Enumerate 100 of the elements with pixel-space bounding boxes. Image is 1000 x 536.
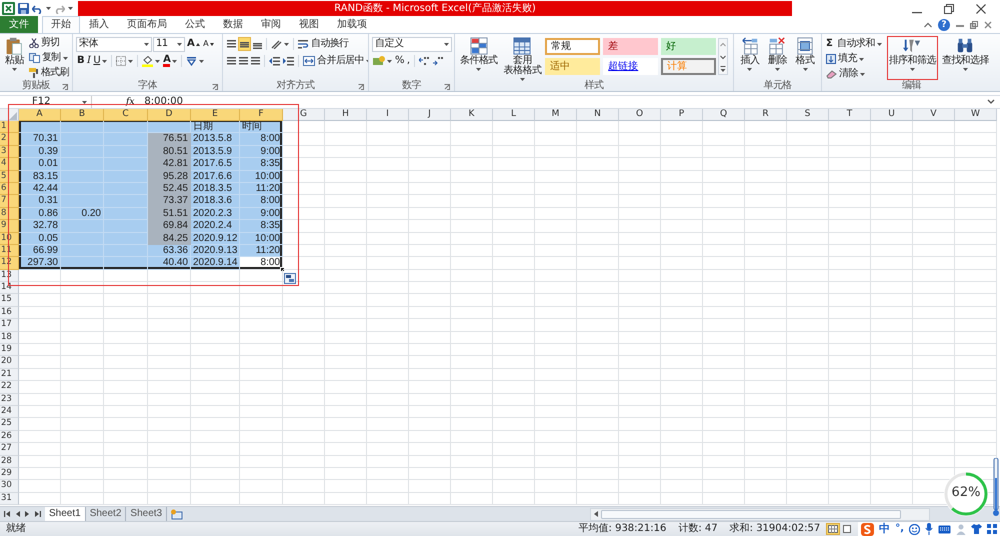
sheet-tab[interactable]: Sheet1 (45, 507, 86, 521)
row-header[interactable]: 2 (0, 133, 19, 146)
row-header[interactable]: 21 (0, 368, 19, 382)
column-header[interactable]: G (283, 109, 325, 121)
row-header[interactable]: 24 (0, 406, 19, 418)
row-header[interactable]: 22 (0, 381, 19, 394)
column-header[interactable]: T (829, 109, 871, 121)
ime-toolbar[interactable]: 中 °, (858, 522, 1000, 536)
column-header[interactable]: M (535, 109, 577, 121)
clear-button[interactable]: 清除 (825, 67, 883, 81)
shrink-font-button[interactable]: A (202, 37, 216, 51)
ribbon-tab[interactable]: 插入 (80, 16, 118, 33)
ribbon-tab[interactable]: 开始 (42, 16, 80, 33)
row-header[interactable]: 31 (0, 492, 19, 506)
ribbon-tab[interactable]: 页面布局 (118, 16, 176, 33)
column-header[interactable]: C (104, 109, 148, 121)
row-header[interactable]: 23 (0, 394, 19, 406)
row-header[interactable]: 9 (0, 220, 19, 233)
file-tab[interactable]: 文件 (0, 16, 38, 33)
column-header[interactable]: A (19, 109, 61, 121)
merge-center-button[interactable]: 合并后居中 (302, 54, 368, 68)
column-header[interactable]: S (787, 109, 829, 121)
column-header[interactable]: B (61, 109, 104, 121)
row-header[interactable]: 25 (0, 418, 19, 431)
bold-button[interactable]: B (76, 54, 86, 68)
row-header[interactable]: 15 (0, 294, 19, 307)
column-header[interactable]: N (577, 109, 619, 121)
name-box-field[interactable]: F12 (0, 96, 92, 108)
column-header[interactable]: R (745, 109, 787, 121)
table-cell: 8:35 (240, 220, 283, 233)
table-cell: 80.51 (148, 146, 191, 158)
font-size-field[interactable]: 11 (153, 36, 185, 52)
column-header[interactable]: J (409, 109, 451, 121)
cell-style-swatch[interactable]: 超链接 (603, 58, 658, 75)
column-header[interactable]: O (619, 109, 661, 121)
format-painter-button[interactable]: 格式刷 (28, 66, 70, 80)
column-header[interactable]: V (913, 109, 955, 121)
row-header[interactable]: 1 (0, 121, 19, 134)
row-header[interactable]: 29 (0, 468, 19, 480)
comma-button[interactable]: , (406, 54, 410, 68)
table-cell: 51.51 (148, 208, 191, 220)
row-header[interactable]: 4 (0, 158, 19, 171)
cut-button[interactable]: 剪切 (28, 36, 70, 50)
cell-style-swatch[interactable]: 常规 (545, 38, 600, 55)
font-color-button[interactable]: A (162, 54, 178, 68)
table-cell: 0.31 (19, 195, 61, 208)
table-format-button[interactable]: 套用 表格格式 (502, 36, 544, 80)
cell-style-swatch[interactable]: 好 (661, 38, 716, 55)
row-header[interactable]: 16 (0, 306, 19, 320)
percent-button[interactable]: % (394, 54, 405, 68)
help-icon[interactable]: ? (938, 19, 950, 31)
cell-style-swatch[interactable]: 适中 (545, 58, 600, 75)
paste-button[interactable]: 粘贴 (3, 36, 26, 80)
table-cell: 0.01 (19, 158, 61, 171)
format-button[interactable]: 格式 (794, 36, 817, 80)
column-header[interactable]: L (493, 109, 535, 121)
column-header[interactable]: W (955, 109, 997, 121)
punctuation-indicator[interactable]: °, (895, 523, 904, 535)
row-header[interactable]: 17 (0, 319, 19, 332)
column-header[interactable]: D (148, 109, 191, 121)
table-cell: 0.86 (19, 208, 61, 220)
ribbon-tab[interactable]: 视图 (290, 16, 328, 33)
formula-field[interactable]: 8:00:00 (138, 96, 986, 108)
column-header[interactable]: P (661, 109, 703, 121)
column-header[interactable]: H (325, 109, 367, 121)
ribbon-tab[interactable]: 数据 (214, 16, 252, 33)
table-cell: 40.40 (148, 257, 191, 270)
find-select-button[interactable]: 查找和选择 (940, 36, 991, 80)
column-header[interactable]: K (451, 109, 493, 121)
row-header[interactable]: 19 (0, 344, 19, 356)
grow-font-button[interactable]: A (186, 37, 202, 51)
row-header[interactable]: 30 (0, 480, 19, 493)
ribbon-tab[interactable]: 加载项 (328, 16, 376, 33)
row-header[interactable]: 26 (0, 430, 19, 444)
italic-button[interactable]: I (86, 54, 92, 68)
copy-button[interactable]: 复制 (28, 51, 70, 65)
row-header[interactable]: 7 (0, 195, 19, 208)
column-header[interactable]: F (240, 109, 283, 121)
column-header[interactable]: U (871, 109, 913, 121)
ribbon-tab[interactable]: 公式 (176, 16, 214, 33)
cell-style-swatch[interactable]: 差 (603, 38, 658, 55)
row-header[interactable]: 27 (0, 443, 19, 456)
insert-button[interactable]: 插入 (738, 36, 762, 80)
row-header[interactable]: 28 (0, 456, 19, 468)
ribbon-tab[interactable]: 审阅 (252, 16, 290, 33)
delete-button[interactable]: 删除 (766, 36, 789, 80)
column-header[interactable]: I (367, 109, 409, 121)
row-header[interactable]: 18 (0, 332, 19, 344)
font-name-field[interactable]: 宋体 (76, 36, 152, 52)
row-header[interactable]: 20 (0, 356, 19, 369)
number-format-field[interactable]: 自定义 (372, 36, 452, 52)
underline-button[interactable]: U (92, 54, 108, 68)
wrap-text-button[interactable]: 自动换行 (297, 37, 350, 51)
fill-button[interactable]: 填充 (825, 52, 883, 66)
conditional-format-button[interactable]: 条件格式 (458, 36, 500, 80)
language-indicator[interactable]: 中 (879, 522, 890, 536)
sort-filter-button[interactable]: 排序和筛选 (886, 36, 938, 80)
autosum-button[interactable]: Σ 自动求和 (825, 37, 883, 51)
column-header[interactable]: Q (703, 109, 745, 121)
column-header[interactable]: E (191, 109, 240, 121)
